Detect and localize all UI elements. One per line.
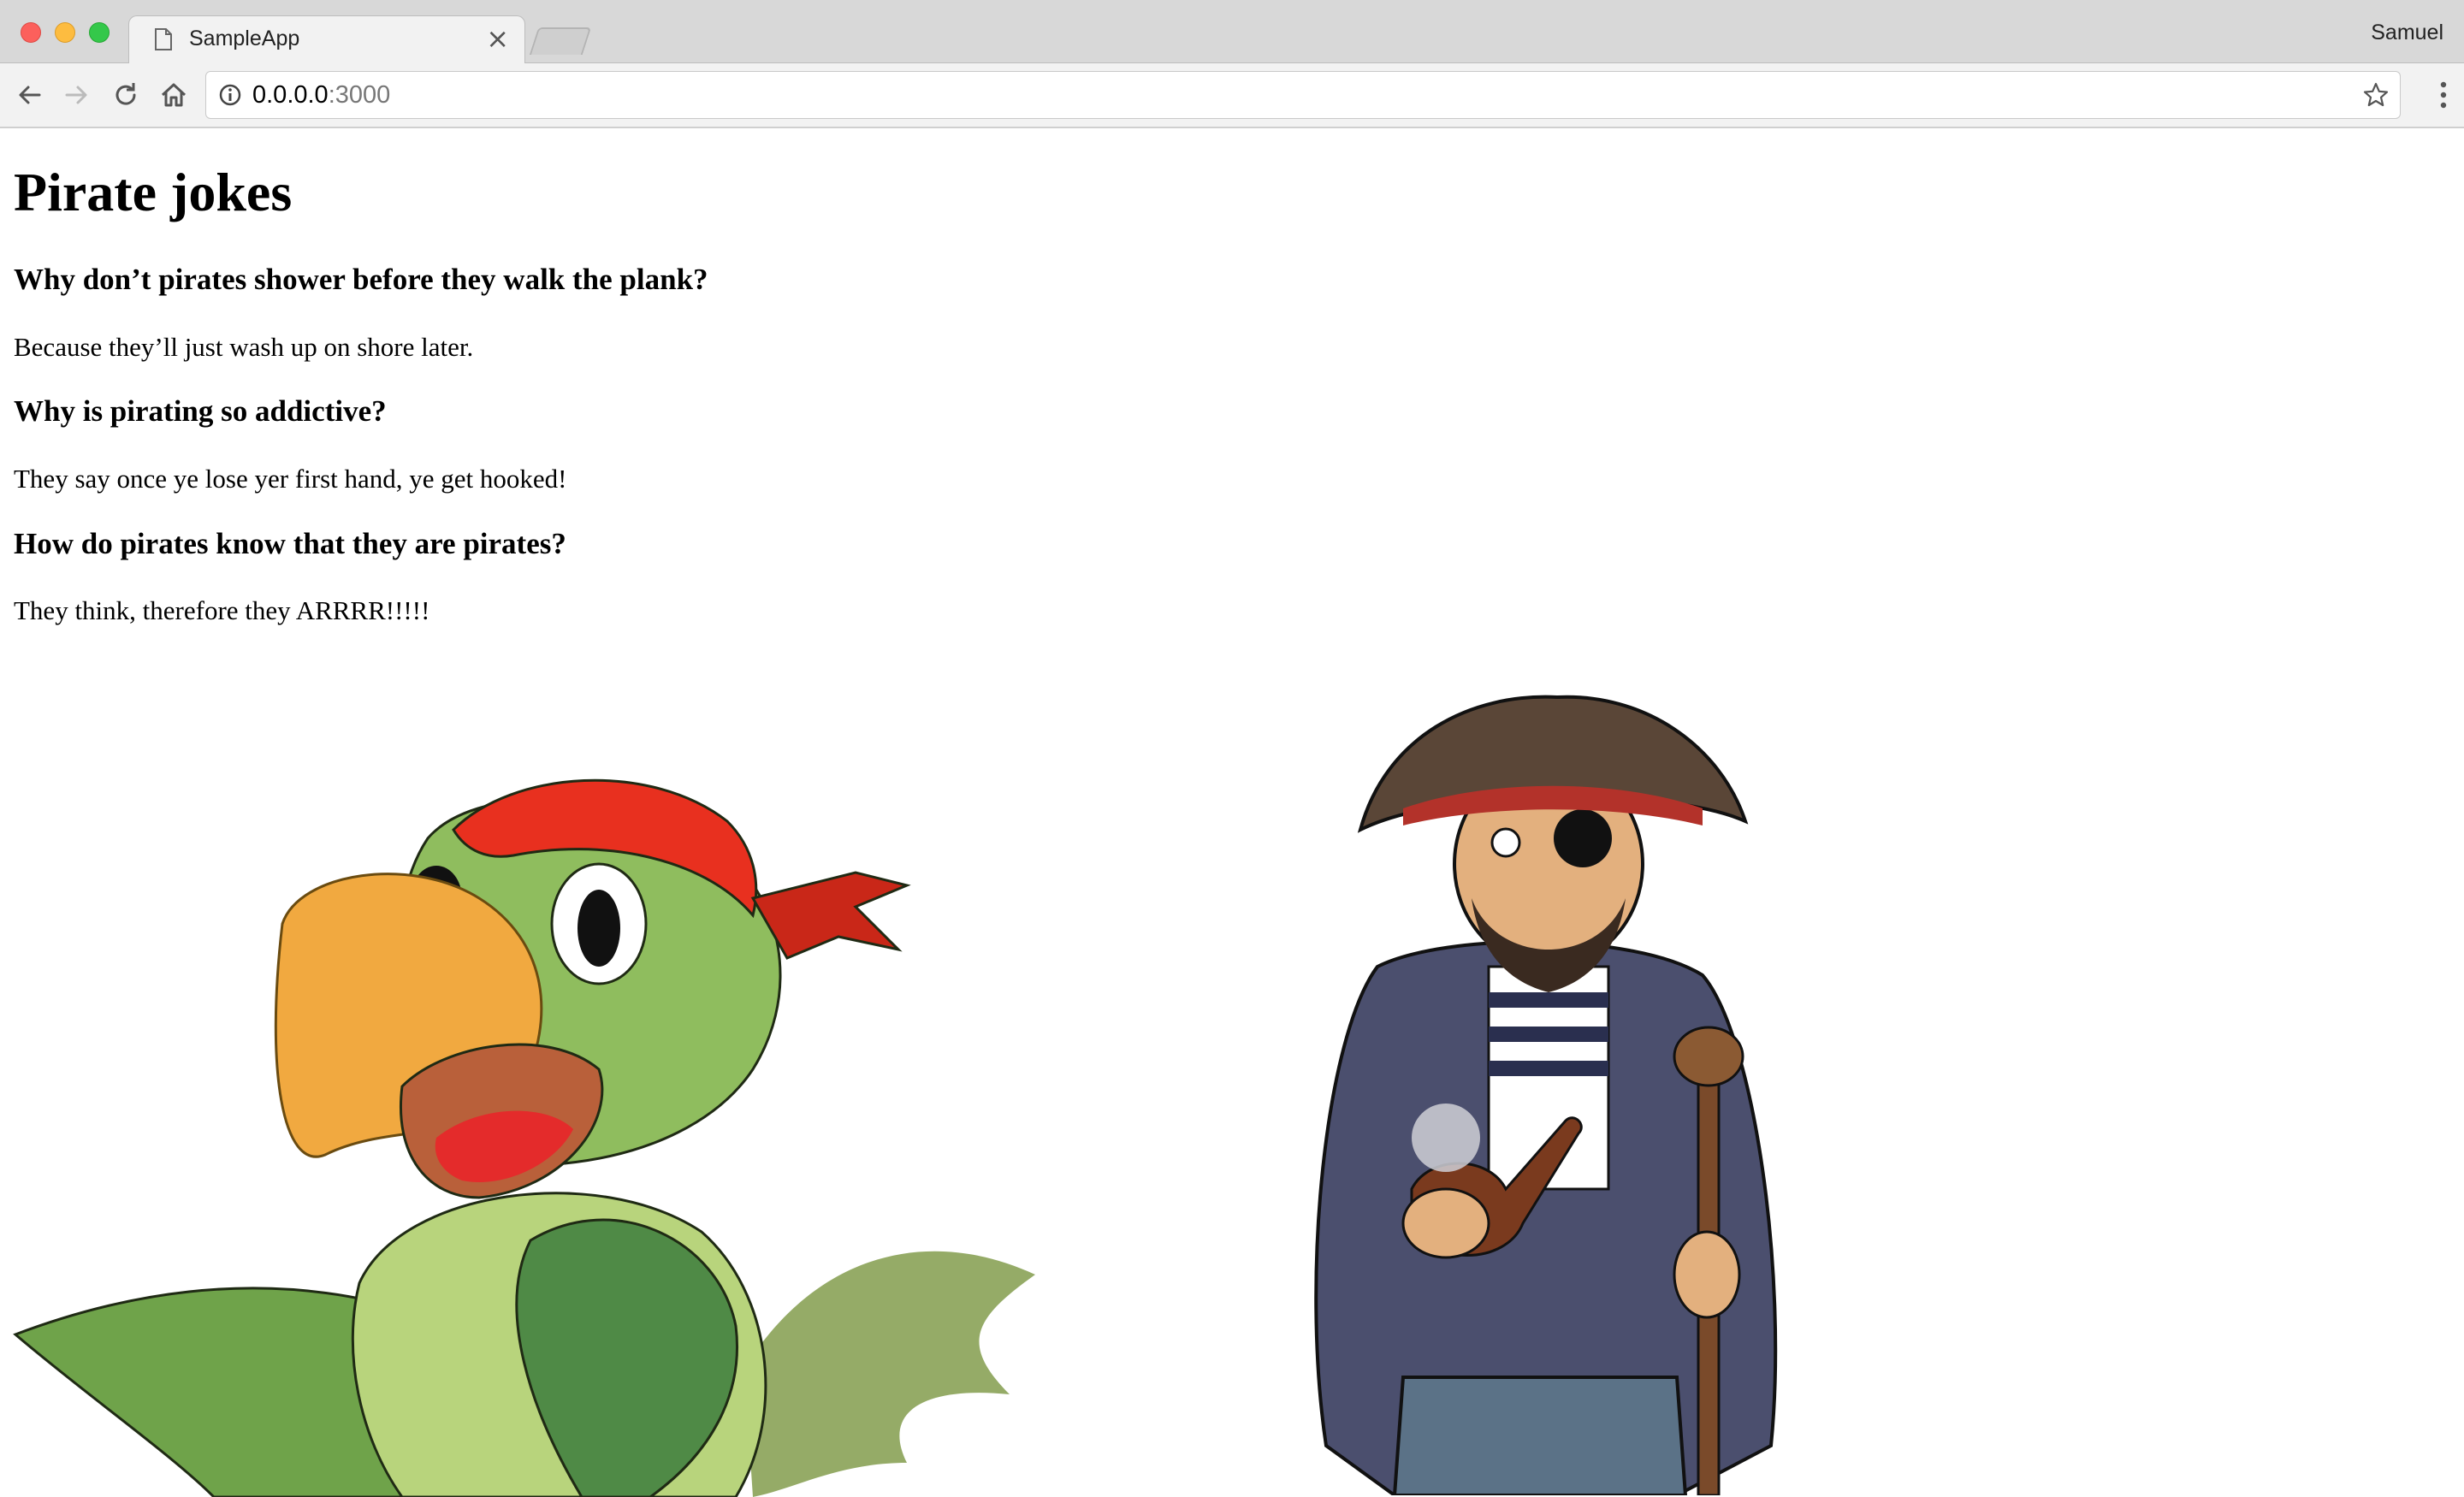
forward-button[interactable] bbox=[62, 80, 91, 109]
reload-icon bbox=[116, 83, 136, 105]
page-icon bbox=[155, 28, 172, 50]
page-content: Pirate jokes Why don’t pirates shower be… bbox=[0, 128, 2464, 1497]
address-bar[interactable]: 0.0.0.0:3000 bbox=[205, 71, 2401, 119]
window-minimize-button[interactable] bbox=[55, 22, 75, 43]
joke-answer: Because they’ll just wash up on shore la… bbox=[14, 332, 474, 362]
new-tab-button[interactable] bbox=[529, 27, 592, 55]
profile-name[interactable]: Samuel bbox=[2371, 21, 2443, 45]
joke-question: Why is pirating so addictive? bbox=[14, 394, 387, 428]
address-text[interactable]: 0.0.0.0:3000 bbox=[252, 81, 390, 109]
browser-titlebar: SampleApp × Samuel bbox=[0, 0, 2464, 64]
info-icon[interactable] bbox=[218, 83, 242, 107]
browser-toolbar: 0.0.0.0:3000 bbox=[0, 63, 2464, 128]
joke-answer: They say once ye lose yer first hand, ye… bbox=[14, 464, 567, 494]
kebab-menu-icon[interactable] bbox=[2438, 80, 2449, 110]
window-close-button[interactable] bbox=[21, 22, 41, 43]
url-host: 0.0.0.0 bbox=[252, 81, 329, 109]
page-title: Pirate jokes bbox=[14, 162, 293, 222]
tab-close-icon[interactable]: × bbox=[486, 25, 509, 52]
arrow-right-icon bbox=[65, 86, 87, 104]
arrow-left-icon bbox=[19, 86, 41, 104]
url-port: :3000 bbox=[328, 81, 391, 109]
star-icon[interactable] bbox=[2362, 81, 2390, 109]
joke-question: Why don’t pirates shower before they wal… bbox=[14, 263, 708, 296]
pirate-image bbox=[1314, 695, 1778, 1495]
tab-title: SampleApp bbox=[189, 27, 300, 50]
parrot-image bbox=[13, 778, 1035, 1497]
joke-answer: They think, therefore they ARRRR!!!!! bbox=[14, 595, 430, 625]
home-icon bbox=[161, 83, 187, 107]
home-button[interactable] bbox=[159, 80, 188, 109]
joke-question: How do pirates know that they are pirate… bbox=[14, 527, 566, 560]
window-maximize-button[interactable] bbox=[89, 22, 110, 43]
reload-button[interactable] bbox=[111, 80, 140, 109]
back-button[interactable] bbox=[15, 80, 44, 109]
browser-tab-active[interactable]: SampleApp × bbox=[128, 15, 525, 64]
